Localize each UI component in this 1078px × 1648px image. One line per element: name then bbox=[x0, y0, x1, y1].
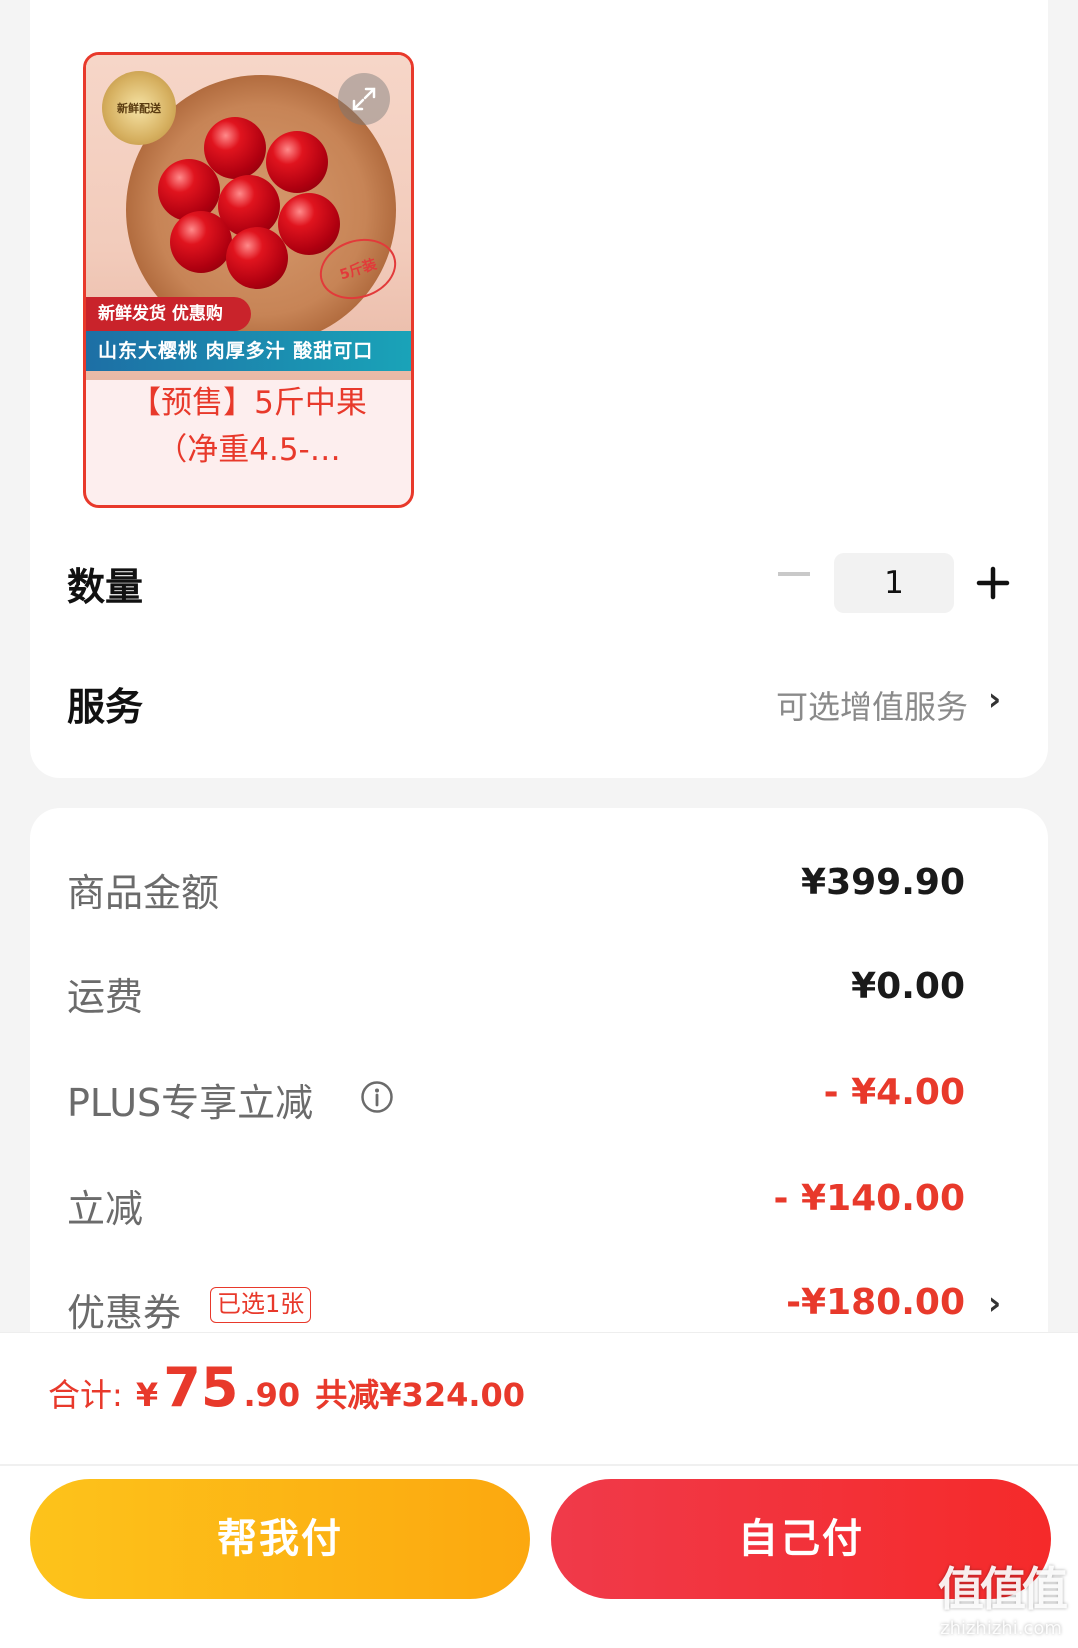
expand-image-button[interactable] bbox=[338, 73, 390, 125]
shipping-value: ¥0.00 bbox=[851, 966, 965, 1007]
instant-discount-label: 立减 bbox=[67, 1187, 144, 1231]
cherry bbox=[266, 131, 328, 193]
product-option-card[interactable]: 新鲜配送 5斤装 新鲜发货 优惠购 山东大樱桃 肉厚多汁 酸甜可口 【预售】5斤… bbox=[83, 52, 414, 508]
chevron-right-icon[interactable]: › bbox=[988, 1284, 1001, 1322]
decrease-quantity-button[interactable] bbox=[778, 572, 810, 576]
chevron-right-icon[interactable]: › bbox=[988, 680, 1001, 718]
instant-discount-value: - ¥140.00 bbox=[773, 1178, 965, 1219]
watermark-url: zhizhizhi.com bbox=[940, 1618, 1062, 1639]
quantity-label: 数量 bbox=[67, 565, 144, 609]
total-currency: ¥ bbox=[135, 1376, 159, 1414]
service-label: 服务 bbox=[67, 685, 144, 729]
help-me-pay-button[interactable]: 帮我付 bbox=[30, 1479, 530, 1599]
shipping-label: 运费 bbox=[67, 975, 144, 1019]
plus-discount-label: PLUS专享立减 bbox=[67, 1081, 314, 1125]
watermark-logo-text: 值值值 bbox=[938, 1562, 1068, 1616]
info-icon[interactable] bbox=[360, 1080, 394, 1114]
coupon-label: 优惠券 bbox=[67, 1291, 182, 1335]
cherry bbox=[170, 211, 232, 273]
fresh-delivery-seal: 新鲜配送 bbox=[102, 71, 176, 145]
coupon-selected-badge: 已选1张 bbox=[210, 1287, 312, 1323]
stamp-text: 5斤装 bbox=[337, 256, 379, 284]
service-options-link[interactable]: 可选增值服务 bbox=[776, 682, 968, 728]
goods-amount-label: 商品金额 bbox=[67, 871, 220, 915]
divider bbox=[0, 1464, 1078, 1466]
promo-ribbon: 新鲜发货 优惠购 bbox=[86, 297, 251, 331]
total-label: 合计: bbox=[48, 1376, 123, 1414]
cherry bbox=[204, 117, 266, 179]
cherry bbox=[278, 193, 340, 255]
quantity-input[interactable] bbox=[834, 553, 954, 613]
increase-quantity-button[interactable] bbox=[976, 566, 1010, 600]
goods-amount-value: ¥399.90 bbox=[801, 862, 965, 903]
seal-text: 新鲜配送 bbox=[117, 102, 161, 115]
expand-icon bbox=[352, 87, 376, 111]
plus-discount-value: - ¥4.00 bbox=[823, 1072, 965, 1113]
coupon-value[interactable]: -¥180.00 bbox=[786, 1282, 965, 1323]
total-saved: 共减¥324.00 bbox=[315, 1376, 526, 1414]
total-summary: 合计: ¥ 75 .90 共减¥324.00 bbox=[48, 1356, 525, 1419]
total-amount-integer: 75 bbox=[163, 1356, 239, 1419]
total-amount-decimal: .90 bbox=[243, 1376, 301, 1414]
promo-banner: 山东大樱桃 肉厚多汁 酸甜可口 bbox=[86, 331, 411, 371]
cherry bbox=[226, 227, 288, 289]
watermark: 值值值 zhizhizhi.com bbox=[926, 1560, 1076, 1648]
product-title: 【预售】5斤中果（净重4.5-… bbox=[130, 385, 367, 468]
